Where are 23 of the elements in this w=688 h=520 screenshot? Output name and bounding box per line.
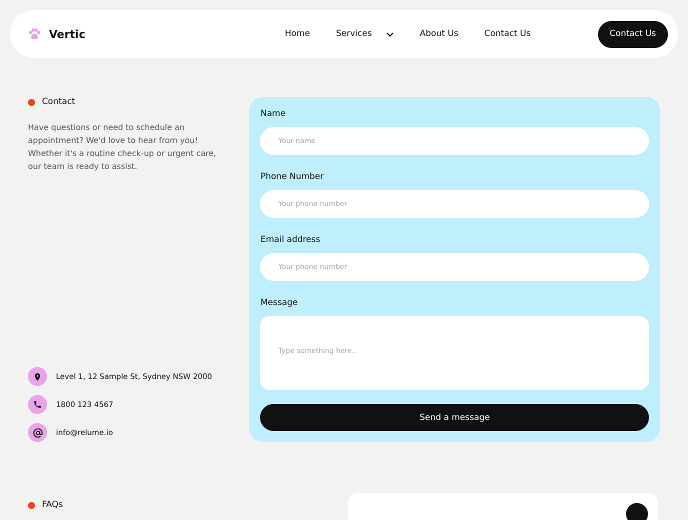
field-label: Name	[260, 109, 287, 119]
field-label: Message	[260, 298, 299, 308]
toggle-circle-icon[interactable]	[626, 503, 648, 520]
nav-link[interactable]: Services	[336, 29, 394, 39]
field-label: Email address	[260, 235, 322, 245]
at-sign-icon	[32, 428, 42, 438]
nav-link[interactable]: Home	[284, 29, 310, 39]
field-label: Phone Number	[260, 172, 325, 182]
send-message-button[interactable]: Send a message	[260, 404, 649, 431]
nav-link[interactable]: Contact Us	[484, 29, 531, 39]
bullet-dot-icon	[28, 502, 35, 508]
contact-us-button[interactable]: Contact Us	[598, 20, 668, 48]
phone-icon	[33, 400, 42, 409]
bullet-dot-icon	[28, 98, 35, 106]
section-eyebrow: FAQs	[42, 500, 63, 510]
chevron-down-icon	[386, 32, 394, 36]
nav-link[interactable]: About Us	[420, 29, 458, 39]
intro-paragraph: Whether it's a routine check-up or urgent care, our team is ready to assist.	[28, 148, 218, 173]
map-pin-icon	[33, 372, 42, 382]
brand-name: Vertic	[49, 28, 86, 40]
paw-icon	[28, 28, 41, 40]
section-eyebrow: Contact	[42, 97, 76, 107]
intro-paragraph: Have questions or need to schedule an appointment? We'd love to hear from you!	[28, 122, 199, 147]
